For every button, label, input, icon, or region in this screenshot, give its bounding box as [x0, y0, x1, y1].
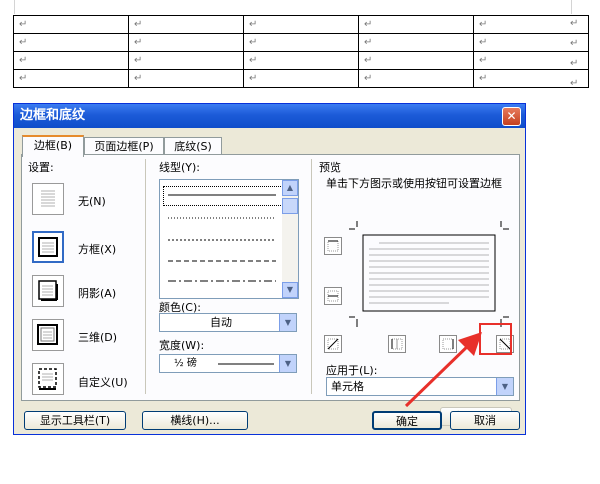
divider: [145, 159, 146, 394]
setting-none-button[interactable]: [32, 183, 64, 215]
setting-3d-button[interactable]: [32, 319, 64, 351]
line-style-scrollbar[interactable]: ▲ ▼: [282, 180, 298, 298]
chevron-up-icon: ▲: [286, 183, 294, 192]
table-cell[interactable]: ↵: [358, 69, 474, 88]
preview-label: 预览: [319, 161, 341, 174]
table-cell[interactable]: ↵: [13, 33, 129, 52]
line-style-samples: [168, 194, 276, 282]
close-icon: ✕: [506, 109, 517, 123]
table-cell[interactable]: ↵: [358, 33, 474, 52]
table-cell[interactable]: ↵: [13, 69, 129, 88]
diagonal-up-border-icon: [327, 338, 339, 350]
width-label: 宽度(W):: [159, 339, 205, 352]
table-row: ↵ ↵ ↵ ↵ ↵: [13, 33, 589, 52]
apply-to-label: 应用于(L):: [326, 364, 378, 377]
cancel-button[interactable]: 取消: [450, 411, 520, 430]
setting-none-label: 无(N): [78, 195, 106, 208]
table-cell[interactable]: ↵: [243, 51, 359, 70]
table-row: ↵ ↵ ↵ ↵ ↵: [13, 69, 589, 88]
setting-custom-button[interactable]: [32, 363, 64, 395]
scroll-up-button[interactable]: ▲: [282, 180, 298, 196]
line-style-label: 线型(Y):: [159, 161, 201, 174]
scroll-thumb[interactable]: [282, 198, 298, 214]
row-end-mark: ↵: [570, 18, 579, 29]
apply-to-value: 单元格: [331, 380, 364, 393]
row-end-mark: ↵: [570, 58, 579, 69]
row-end-mark: ↵: [570, 38, 579, 49]
row-end-mark: ↵: [570, 78, 579, 89]
setting-box-button[interactable]: [32, 231, 64, 263]
table-cell[interactable]: ↵: [128, 33, 244, 52]
table-cell[interactable]: ↵: [128, 69, 244, 88]
table-cell[interactable]: ↵: [243, 33, 359, 52]
color-select[interactable]: 自动 ▼: [159, 313, 297, 332]
table-cell[interactable]: ↵: [243, 69, 359, 88]
scroll-down-button[interactable]: ▼: [282, 282, 298, 298]
table-cell[interactable]: ↵: [13, 15, 129, 34]
ok-button[interactable]: 确定: [372, 411, 442, 430]
setting-3d-label: 三维(D): [78, 331, 118, 344]
word-table[interactable]: ↵ ↵ ↵ ↵ ↵ ↵ ↵ ↵ ↵ ↵ ↵ ↵ ↵ ↵ ↵ ↵ ↵ ↵ ↵ ↵: [13, 15, 589, 88]
chevron-down-icon[interactable]: ▼: [279, 314, 296, 331]
chevron-down-icon[interactable]: ▼: [496, 378, 513, 395]
width-select[interactable]: ½ 磅 ▼: [159, 354, 297, 373]
horizontal-line-button[interactable]: 横线(H)...: [142, 411, 248, 430]
width-value: ½ 磅: [174, 358, 197, 369]
table-cell[interactable]: ↵: [358, 51, 474, 70]
tab-borders[interactable]: 边框(B): [22, 135, 84, 157]
tab-shading[interactable]: 底纹(S): [164, 137, 222, 155]
diagonal-up-border-button[interactable]: [324, 335, 342, 353]
table-cell[interactable]: ↵: [243, 15, 359, 34]
preview-diagram[interactable]: [349, 221, 509, 327]
top-border-button[interactable]: [324, 237, 342, 255]
line-style-list[interactable]: ▲ ▼: [159, 179, 299, 299]
setting-3d-icon: [37, 324, 58, 345]
setting-box-icon: [38, 237, 58, 257]
setting-shadow-button[interactable]: [32, 275, 64, 307]
table-cell[interactable]: ↵: [13, 51, 129, 70]
table-row: ↵ ↵ ↵ ↵ ↵: [13, 15, 589, 34]
setting-box-label: 方框(X): [78, 243, 117, 256]
settings-label: 设置:: [28, 161, 54, 174]
table-cell[interactable]: ↵: [128, 15, 244, 34]
tab-page-borders[interactable]: 页面边框(P): [84, 137, 164, 155]
preview-hint: 单击下方图示或使用按钮可设置边框: [326, 177, 502, 190]
inside-horizontal-border-button[interactable]: [324, 287, 342, 305]
page-margin-guide: [14, 0, 572, 14]
width-sample-line: [218, 363, 274, 365]
table-cell[interactable]: ↵: [128, 51, 244, 70]
table-cell[interactable]: ↵: [358, 15, 474, 34]
inside-horizontal-border-icon: [327, 290, 339, 302]
setting-custom-label: 自定义(U): [78, 376, 128, 389]
dialog-title: 边框和底纹: [14, 104, 525, 128]
chevron-down-icon[interactable]: ▼: [279, 355, 296, 372]
setting-none-icon: [41, 190, 55, 207]
close-button[interactable]: ✕: [502, 107, 521, 126]
table-row: ↵ ↵ ↵ ↵ ↵: [13, 51, 589, 70]
color-value: 自动: [210, 316, 232, 329]
annotation-arrow: [404, 332, 482, 408]
show-toolbar-button[interactable]: 显示工具栏(T): [24, 411, 126, 430]
setting-shadow-icon: [38, 280, 58, 301]
chevron-down-icon: ▼: [286, 285, 294, 294]
top-border-icon: [327, 240, 339, 252]
setting-custom-icon: [38, 368, 57, 390]
divider: [311, 159, 312, 394]
setting-shadow-label: 阴影(A): [78, 287, 117, 300]
